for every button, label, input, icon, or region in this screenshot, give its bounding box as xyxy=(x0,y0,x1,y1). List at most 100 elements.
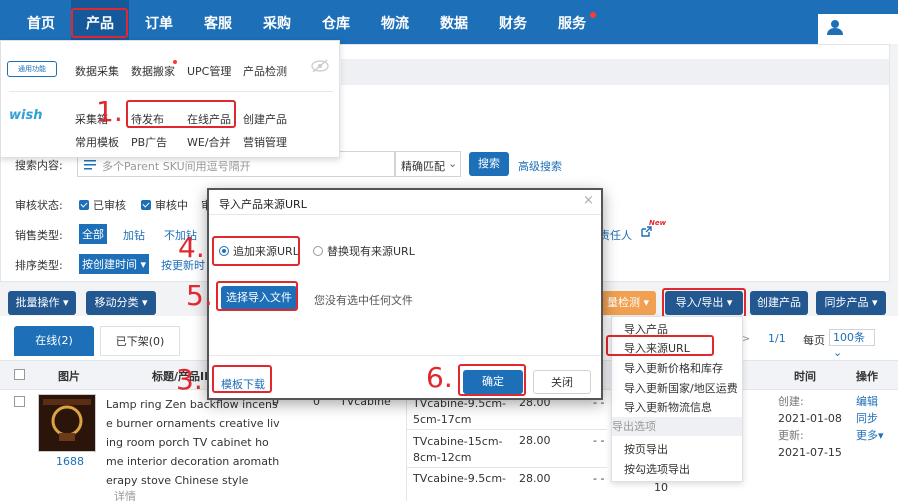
edit-link[interactable]: 编辑 xyxy=(856,393,878,409)
menu-marketing[interactable]: 营销管理 xyxy=(243,134,287,150)
menu-data-collection[interactable]: 数据采集 xyxy=(75,63,119,79)
menu-notification-dot xyxy=(173,60,177,64)
nav-customer-service[interactable]: 客服 xyxy=(189,0,247,44)
list-icon xyxy=(84,160,96,170)
tab-offline[interactable]: 已下架(0) xyxy=(100,326,180,356)
menu-common-templates[interactable]: 常用模板 xyxy=(75,134,119,150)
match-mode-select[interactable]: 精确匹配 ⌄ xyxy=(395,151,461,177)
annotation-step-1: 1. xyxy=(96,95,123,128)
notification-dot xyxy=(590,12,596,18)
new-badge: New xyxy=(649,219,667,227)
review-label: 审核状态: xyxy=(15,199,63,212)
annotation-box-template xyxy=(212,365,272,393)
sales-type-diamond[interactable]: 加钻 xyxy=(123,227,145,243)
chevron-down-icon: ⌄ xyxy=(448,157,458,170)
list-item: TVcabine-9.5cm- 28.00 - - xyxy=(413,472,605,485)
eye-off-icon[interactable] xyxy=(311,59,329,73)
menu-product-check[interactable]: 产品检测 xyxy=(243,63,287,79)
menu-create-product[interactable]: 创建产品 xyxy=(243,111,287,127)
nav-data[interactable]: 数据 xyxy=(425,0,483,44)
purchase-count[interactable]: 1688 xyxy=(56,455,84,468)
sync-product-button[interactable]: 同步产品 ▾ xyxy=(816,291,886,315)
row-timestamps: 创建: 2021-01-08 更新: 2021-07-15 xyxy=(778,395,842,459)
general-functions-badge: 通用功能 xyxy=(7,61,57,77)
menu-upc-management[interactable]: UPC管理 xyxy=(187,63,231,79)
annotation-step-3: 3. xyxy=(176,363,203,396)
search-placeholder: 多个Parent SKU间用逗号隔开 xyxy=(102,160,251,173)
annotation-box-products xyxy=(71,8,128,38)
nav-finance[interactable]: 财务 xyxy=(484,0,542,44)
top-nav-bar: 首页 产品 订单 客服 采购 仓库 物流 数据 财务 服务 xyxy=(0,0,898,44)
match-mode-value: 精确匹配 xyxy=(401,160,445,173)
annotation-step-5: 5. xyxy=(186,279,213,312)
user-avatar[interactable] xyxy=(818,14,898,44)
select-all-checkbox[interactable] xyxy=(14,369,25,380)
sort-type-select[interactable]: 按创建时间 ▾ xyxy=(79,254,150,274)
sales-type-label: 销售类型: xyxy=(15,229,63,242)
create-product-button[interactable]: 创建产品 xyxy=(750,291,808,315)
nav-service[interactable]: 服务 xyxy=(543,0,601,44)
radio-replace-url[interactable]: 替换现有来源URL xyxy=(313,243,415,259)
responsible-link[interactable]: 责任人 xyxy=(599,227,632,243)
menu-divider xyxy=(9,91,333,92)
dialog-divider xyxy=(209,214,601,215)
more-link[interactable]: 更多▾ xyxy=(856,427,884,443)
tab-online[interactable]: 在线(2) xyxy=(14,326,94,356)
no-file-text: 您没有选中任何文件 xyxy=(314,294,413,307)
review-checkbox-pending[interactable]: 审核中 xyxy=(141,197,188,213)
search-button[interactable]: 搜索 xyxy=(469,152,509,176)
menu-export-selected[interactable]: 按勾选项导出 xyxy=(624,461,690,477)
menu-pb-ads[interactable]: PB广告 xyxy=(131,134,167,150)
products-dropdown-menu: 通用功能 数据采集 数据搬家 UPC管理 产品检测 wish 采集箱 待发布 在… xyxy=(0,40,340,158)
nav-warehouse[interactable]: 仓库 xyxy=(307,0,365,44)
export-section-header: 导出选项 xyxy=(612,417,742,436)
sync-link[interactable]: 同步 xyxy=(856,410,878,426)
details-link[interactable]: 详情 xyxy=(114,488,136,501)
pagination-page: 1/1 xyxy=(768,332,786,345)
annotation-box-import-url xyxy=(606,335,714,356)
header-actions: 操作 xyxy=(856,370,878,383)
header-image: 图片 xyxy=(58,370,80,383)
menu-export-by-page[interactable]: 按页导出 xyxy=(624,441,668,457)
wish-logo: wish xyxy=(9,108,43,123)
cancel-button[interactable]: 关闭 xyxy=(533,370,591,394)
annotation-box-confirm xyxy=(458,364,526,396)
stock-value: 10 xyxy=(654,481,668,494)
per-page-label: 每页 xyxy=(803,334,825,347)
review-checkbox-approved[interactable]: 已审核 xyxy=(79,197,126,213)
product-title[interactable]: Lamp ring Zen backflow incens e burner o… xyxy=(106,395,280,490)
sort-type-label: 排序类型: xyxy=(15,259,63,272)
per-page-select[interactable]: 100条 ⌄ xyxy=(829,329,875,359)
menu-import-shipping[interactable]: 导入更新国家/地区运费 xyxy=(624,380,738,396)
nav-orders[interactable]: 订单 xyxy=(130,0,188,44)
move-category-button[interactable]: 移动分类 ▾ xyxy=(86,291,156,315)
variant-list: TVcabine-9.5cm- 5cm-17cm 28.00 - - TVcabi… xyxy=(406,392,607,501)
incense-burner-image xyxy=(39,395,95,451)
panel-header-strip xyxy=(341,59,889,85)
nav-purchasing[interactable]: 采购 xyxy=(248,0,306,44)
search-label: 搜索内容: xyxy=(15,159,63,172)
annotation-step-4: 4. xyxy=(178,231,205,264)
nav-logistics[interactable]: 物流 xyxy=(366,0,424,44)
annotation-box-import-export xyxy=(662,288,746,318)
annotation-box-choose-file xyxy=(216,281,298,311)
dialog-footer-divider xyxy=(209,355,601,356)
header-time: 时间 xyxy=(794,370,816,383)
list-item: TVcabine-15cm- 8cm-12cm 28.00 - - xyxy=(407,430,607,468)
menu-we-merge[interactable]: WE/合并 xyxy=(187,134,231,150)
advanced-search-link[interactable]: 高级搜索 xyxy=(518,158,562,174)
bulk-operations-button[interactable]: 批量操作 ▾ xyxy=(8,291,76,315)
menu-import-price-stock[interactable]: 导入更新价格和库存 xyxy=(624,360,723,376)
close-icon[interactable]: × xyxy=(583,193,594,208)
bulk-check-button[interactable]: 量检测 ▾ xyxy=(600,291,656,315)
external-link-icon xyxy=(641,226,652,237)
menu-data-migration[interactable]: 数据搬家 xyxy=(131,63,175,79)
annotation-box-online-products xyxy=(126,100,236,128)
nav-home[interactable]: 首页 xyxy=(12,0,70,44)
row-checkbox[interactable] xyxy=(14,396,25,407)
product-thumbnail[interactable] xyxy=(38,394,96,452)
menu-import-logistics[interactable]: 导入更新物流信息 xyxy=(624,399,712,415)
sales-type-all[interactable]: 全部 xyxy=(79,224,107,244)
dialog-title: 导入产品来源URL xyxy=(219,198,307,211)
user-icon xyxy=(827,20,843,35)
